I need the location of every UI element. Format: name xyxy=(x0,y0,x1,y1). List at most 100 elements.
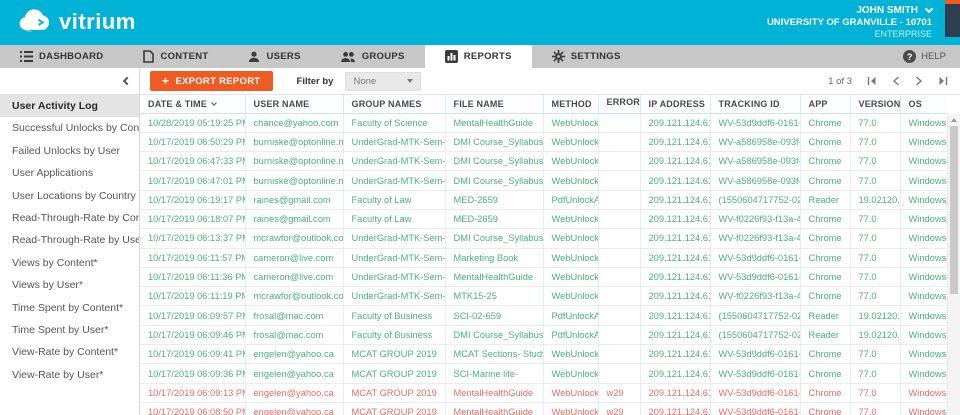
table-cell: MCAT GROUP 2019 xyxy=(343,344,446,365)
sidebar-item[interactable]: User Locations by Country xyxy=(0,185,139,207)
table-row[interactable]: 10/17/2019 06:47:01 PM burniske@optonline… xyxy=(140,170,947,191)
first-page-icon[interactable] xyxy=(867,76,877,86)
sidebar-item[interactable]: View-Rate by User* xyxy=(0,364,139,386)
main-nav: DASHBOARD CONTENT USERS GROUPS REPORTS S… xyxy=(0,45,960,68)
column-header-label: IP ADDRESS xyxy=(648,98,706,109)
sidebar-item[interactable]: Time Spent by User* xyxy=(0,319,139,341)
sidebar-item[interactable]: Read-Through-Rate by Content* xyxy=(0,207,139,229)
column-header[interactable]: METHOD xyxy=(543,95,599,114)
tab-content[interactable]: CONTENT xyxy=(123,45,228,68)
table-cell: 77.0 xyxy=(850,363,901,384)
table-cell: WebUnlock... xyxy=(543,248,599,268)
next-page-icon[interactable] xyxy=(915,76,923,86)
sidebar-item[interactable]: Successful Unlocks by Content xyxy=(0,117,139,139)
table-cell: Reader xyxy=(800,190,851,210)
table-row[interactable]: 10/17/2019 06:08:50 PM engelen@yahoo.ca MC… xyxy=(140,402,947,415)
column-header[interactable]: VERSION xyxy=(850,95,901,114)
table-cell xyxy=(598,170,641,191)
table-cell: PdfUnlockA... xyxy=(543,305,599,326)
vitrium-logo[interactable]: vitrium xyxy=(16,8,136,38)
scroll-up-icon[interactable] xyxy=(948,114,960,125)
column-header[interactable]: OS xyxy=(900,95,947,114)
export-report-button[interactable]: + EXPORT REPORT xyxy=(150,71,273,91)
column-header[interactable]: IP ADDRESS xyxy=(640,95,711,114)
tab-reports[interactable]: REPORTS xyxy=(424,45,532,68)
table-row[interactable]: 10/28/2019 05:19:25 PM chance@yahoo.com Fa… xyxy=(140,113,947,133)
table-cell: w29 xyxy=(598,402,641,415)
table-row[interactable]: 10/17/2019 06:09:36 PM engelen@yahoo.ca MC… xyxy=(140,363,947,384)
column-header[interactable]: USER NAME xyxy=(245,95,344,114)
sidebar-item[interactable]: Read-Through-Rate by User* xyxy=(0,229,139,251)
help-button[interactable]: ? HELP xyxy=(889,45,960,68)
tab-dashboard[interactable]: DASHBOARD xyxy=(0,45,123,68)
table-cell: burniske@optonline.net xyxy=(245,170,344,191)
table-row[interactable]: 10/17/2019 06:47:33 PM burniske@optonline… xyxy=(140,151,947,172)
table-cell: 77.0 xyxy=(850,402,901,415)
account-menu[interactable]: JOHN SMITH UNIVERSITY OF GRANVILLE - 107… xyxy=(767,5,934,41)
table-cell: Windows xyxy=(900,151,947,172)
sidebar-item[interactable]: Views by Content* xyxy=(0,252,139,274)
last-page-icon[interactable] xyxy=(938,76,948,86)
prev-page-icon[interactable] xyxy=(892,76,900,86)
table-cell xyxy=(598,344,641,365)
table-row[interactable]: 10/17/2019 06:11:19 PM mcrawfor@outlook.c… xyxy=(140,286,947,307)
column-header[interactable]: ERROR? xyxy=(598,95,641,114)
table-cell: UnderGrad-MTK-Sem-2-2... xyxy=(343,228,446,249)
table-cell: burniske@optonline.net xyxy=(245,151,344,172)
table-row[interactable]: 10/17/2019 06:18:07 PM raines@gmail.com Fa… xyxy=(140,209,947,230)
table-cell xyxy=(598,325,641,346)
table-cell: Windows xyxy=(900,363,947,384)
table-cell: 77.0 xyxy=(850,228,901,249)
column-header[interactable]: GROUP NAMES xyxy=(343,95,446,114)
table-row[interactable]: 10/17/2019 06:19:17 PM raines@gmail.com Fa… xyxy=(140,190,947,210)
table-row[interactable]: 10/17/2019 06:09:46 PM frosal@mac.com Facu… xyxy=(140,325,947,346)
sidebar-item[interactable]: User Applications xyxy=(0,162,139,184)
collapse-sidebar-button[interactable] xyxy=(122,76,132,86)
table-cell: 77.0 xyxy=(850,248,901,268)
table-cell: frosal@mac.com xyxy=(245,305,344,326)
table-row[interactable]: 10/17/2019 06:09:41 PM engelen@yahoo.ca MC… xyxy=(140,344,947,365)
table-row[interactable]: 10/17/2019 06:50:29 PM burniske@optonline… xyxy=(140,132,947,153)
table-cell: Chrome xyxy=(800,248,851,268)
column-header[interactable]: TRACKING ID xyxy=(710,95,801,114)
table-row[interactable]: 10/17/2019 06:11:36 PM cameron@live.com Un… xyxy=(140,267,947,288)
table-cell: 209.121.124.61 xyxy=(640,344,711,365)
tab-groups[interactable]: GROUPS xyxy=(321,45,425,68)
table-cell xyxy=(598,286,641,307)
sidebar-item[interactable]: User Activity Log xyxy=(0,95,139,118)
table-row[interactable]: 10/17/2019 06:09:57 PM frosal@mac.com Facu… xyxy=(140,305,947,326)
column-header[interactable]: FILE NAME xyxy=(445,95,544,114)
filter-select[interactable]: None xyxy=(345,71,422,91)
table-row[interactable]: 10/17/2019 06:13:37 PM mcrawfor@outlook.c… xyxy=(140,228,947,249)
chevron-down-icon xyxy=(407,79,414,83)
table-cell: UnderGrad-MTK-Sem-2-2... xyxy=(343,151,446,172)
table-cell xyxy=(598,267,641,288)
table-row[interactable]: 10/17/2019 06:09:13 PM engelen@yahoo.ca MC… xyxy=(140,383,947,403)
sidebar-item[interactable]: Time Spent by Content* xyxy=(0,297,139,319)
table-cell: 77.0 xyxy=(850,267,901,288)
sidebar-item[interactable]: View-Rate by Content* xyxy=(0,341,139,363)
table-cell: Faculty of Business xyxy=(343,305,446,326)
table-cell: cameron@live.com xyxy=(245,267,344,288)
table-cell: 10/28/2019 05:19:25 PM xyxy=(140,113,246,133)
table-cell: Windows xyxy=(900,305,947,326)
sidebar-item[interactable]: Views by User* xyxy=(0,274,139,296)
chevron-down-icon xyxy=(924,5,934,14)
table-cell: cameron@live.com xyxy=(245,248,344,268)
scrollbar-thumb[interactable] xyxy=(950,126,958,294)
table-cell: 209.121.124.61 xyxy=(640,113,711,133)
reports-sidebar: User Activity Log Successful Unlocks by C… xyxy=(0,68,140,415)
table-cell: 209.121.124.61 xyxy=(640,228,711,249)
sidebar-item[interactable]: Failed Unlocks by User xyxy=(0,140,139,162)
table-cell: engelen@yahoo.ca xyxy=(245,363,344,384)
tab-users[interactable]: USERS xyxy=(228,45,320,68)
table-row[interactable]: 10/17/2019 06:11:57 PM cameron@live.com Un… xyxy=(140,248,947,268)
column-header[interactable]: DATE & TIME xyxy=(140,95,246,114)
table-cell: 209.121.124.61 xyxy=(640,190,711,210)
user-activity-table: DATE & TIME USER NAME GROUP NAMES FILE NAME… xyxy=(140,95,947,415)
tab-settings[interactable]: SETTINGS xyxy=(532,45,641,68)
table-cell: SCI-Marine life- xyxy=(445,363,544,384)
column-header[interactable]: APP xyxy=(800,95,851,114)
table-cell xyxy=(598,363,641,384)
table-scrollbar[interactable] xyxy=(947,114,960,415)
